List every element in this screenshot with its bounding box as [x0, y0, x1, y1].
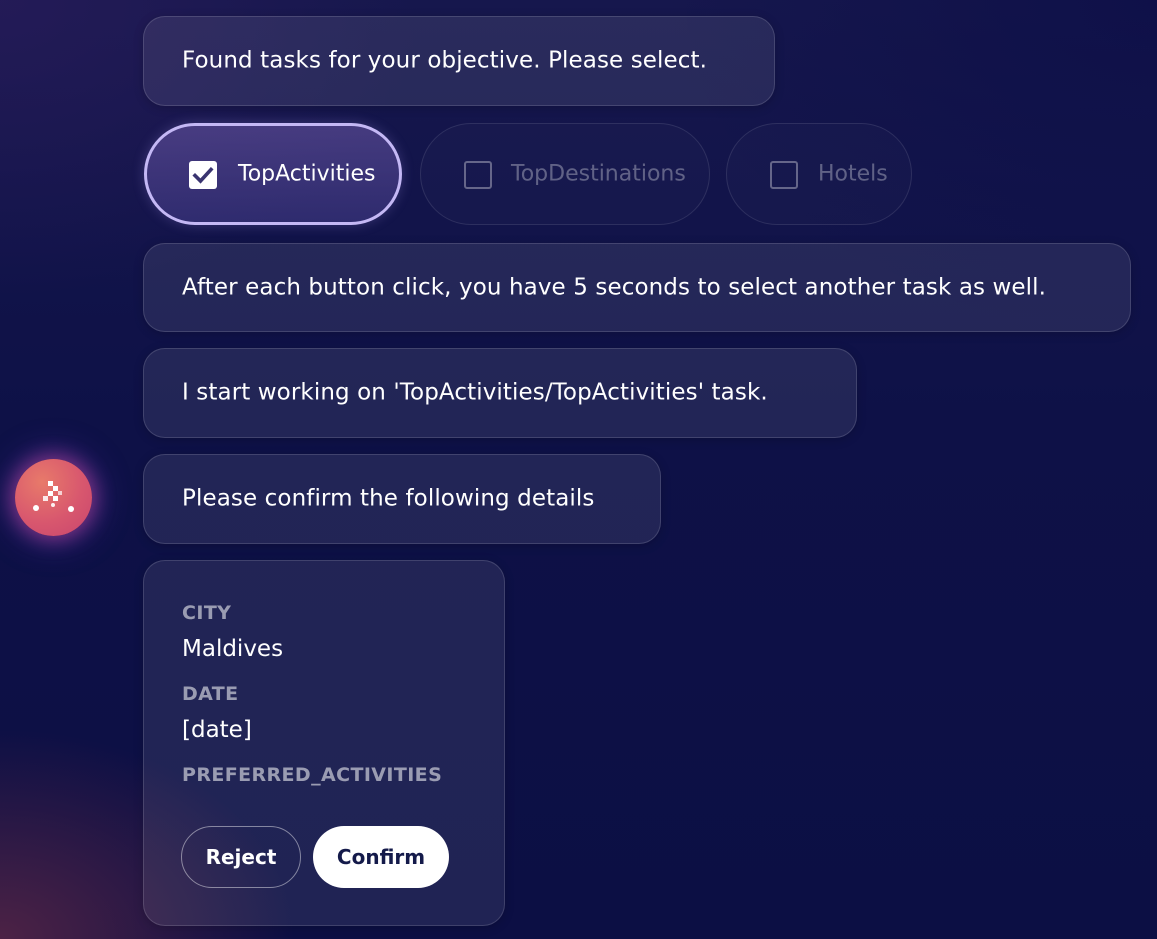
- checkbox-empty-icon[interactable]: [464, 161, 492, 189]
- preferred-activities-label: PREFERRED_ACTIVITIES: [182, 764, 443, 786]
- message-button-hint: After each button click, you have 5 seco…: [143, 243, 1131, 332]
- confirm-button[interactable]: Confirm: [313, 826, 449, 888]
- message-start-working: I start working on 'TopActivities/TopAct…: [143, 348, 857, 438]
- task-chip-top-destinations[interactable]: TopDestinations: [420, 123, 710, 225]
- message-found-tasks: Found tasks for your objective. Please s…: [143, 16, 775, 106]
- assistant-avatar: [15, 459, 92, 536]
- city-value: Maldives: [182, 636, 284, 662]
- task-chip-label: Hotels: [818, 161, 888, 187]
- message-text: I start working on 'TopActivities/TopAct…: [182, 379, 768, 406]
- message-text: After each button click, you have 5 seco…: [182, 274, 1047, 300]
- message-text: Please confirm the following details: [182, 485, 595, 512]
- message-text: Found tasks for your objective. Please s…: [182, 47, 708, 74]
- assistant-logo-icon: [33, 481, 74, 512]
- task-chip-label: TopActivities: [238, 161, 376, 187]
- city-label: CITY: [182, 602, 232, 624]
- task-chip-hotels[interactable]: Hotels: [726, 123, 912, 225]
- message-confirm-prompt: Please confirm the following details: [143, 454, 661, 544]
- task-chip-top-activities[interactable]: TopActivities: [144, 123, 402, 225]
- details-card: CITY Maldives DATE [date] PREFERRED_ACTI…: [143, 560, 505, 926]
- reject-button[interactable]: Reject: [181, 826, 301, 888]
- task-chip-label: TopDestinations: [511, 161, 686, 187]
- checkbox-checked-icon[interactable]: [189, 161, 217, 189]
- date-value: [date]: [182, 717, 252, 743]
- checkbox-empty-icon[interactable]: [770, 161, 798, 189]
- date-label: DATE: [182, 683, 239, 705]
